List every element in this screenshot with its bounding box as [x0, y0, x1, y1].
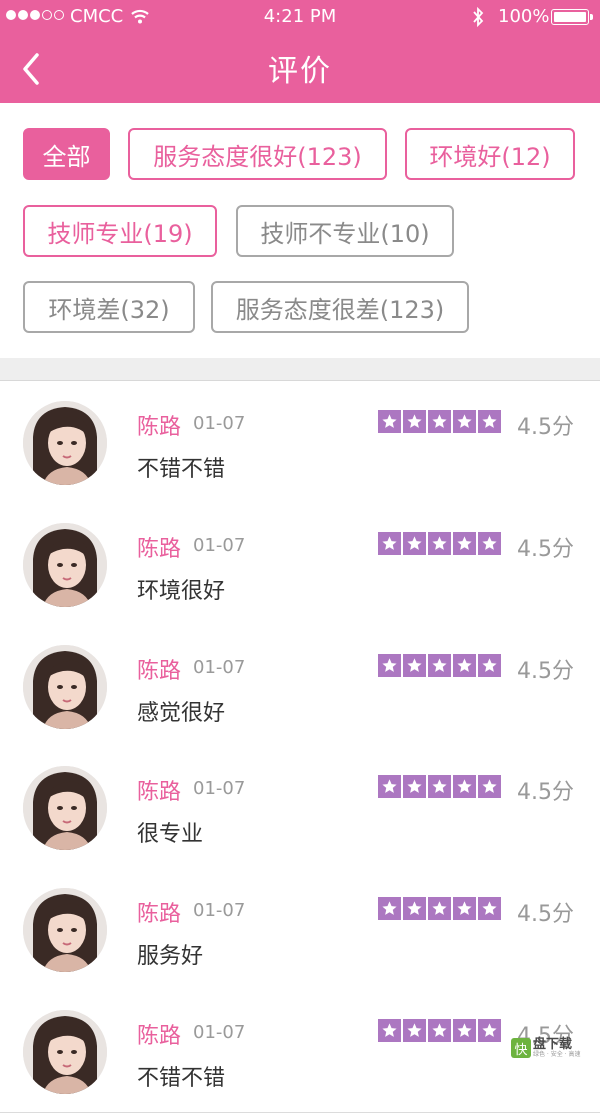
- review-date: 01-07: [193, 900, 246, 921]
- star-icon: [453, 1019, 476, 1042]
- app-header: CMCC 4:21 PM 100% 评价: [0, 0, 600, 103]
- star-icon: [453, 775, 476, 798]
- star-icon: [478, 410, 501, 433]
- star-icon: [428, 532, 451, 555]
- filter-tag-poor-environment[interactable]: 环境差(32): [23, 281, 195, 333]
- battery-cap: [590, 14, 593, 20]
- reviewer-name: 陈路: [137, 537, 182, 562]
- rating-stars: [378, 410, 501, 433]
- star-icon: [403, 410, 426, 433]
- watermark: 快 盘下载 绿色 · 安全 · 高速: [511, 1038, 580, 1058]
- star-icon: [453, 897, 476, 920]
- rating-stars: [378, 897, 501, 920]
- avatar[interactable]: [23, 523, 107, 607]
- review-content: 环境很好: [137, 579, 226, 604]
- watermark-logo: 快: [511, 1038, 531, 1058]
- review-item[interactable]: 陈路 01-07 4.5分环境很好: [0, 503, 600, 626]
- review-item[interactable]: 陈路 01-07 4.5分 不错不错: [0, 990, 600, 1113]
- filter-tag-poor-service[interactable]: 服务态度很差(123): [211, 281, 469, 333]
- star-icon: [378, 410, 401, 433]
- reviewer-name: 陈路: [137, 415, 182, 440]
- watermark-slogan: 绿色 · 安全 · 高速: [533, 1051, 581, 1058]
- star-icon: [453, 654, 476, 677]
- rating-stars: [378, 775, 501, 798]
- review-item[interactable]: 陈路 01-07 4.5分服务好: [0, 868, 600, 991]
- review-date: 01-07: [193, 657, 246, 678]
- review-content: 不错不错: [137, 1066, 226, 1091]
- review-item[interactable]: 陈路 01-07 4.5分感觉很好: [0, 625, 600, 748]
- status-bar: CMCC 4:21 PM 100%: [0, 0, 600, 34]
- star-icon: [478, 532, 501, 555]
- review-item[interactable]: 陈路 01-07 4.5分不错不错: [0, 381, 600, 504]
- review-item[interactable]: 陈路 01-07 4.5分很专业: [0, 746, 600, 869]
- star-icon: [478, 775, 501, 798]
- avatar[interactable]: [23, 645, 107, 729]
- rating-score: 4.5分: [517, 902, 574, 927]
- rating-score: 4.5分: [517, 780, 574, 805]
- star-icon: [378, 654, 401, 677]
- filter-tag-unprofessional[interactable]: 技师不专业(10): [236, 205, 454, 257]
- star-icon: [428, 410, 451, 433]
- star-icon: [478, 897, 501, 920]
- star-icon: [478, 1019, 501, 1042]
- review-date: 01-07: [193, 413, 246, 434]
- star-icon: [428, 775, 451, 798]
- battery-icon: [551, 9, 589, 25]
- bluetooth-icon: [471, 6, 485, 33]
- review-date: 01-07: [193, 535, 246, 556]
- rating-stars: [378, 654, 501, 677]
- review-content: 感觉很好: [137, 701, 226, 726]
- star-icon: [378, 775, 401, 798]
- filter-tag-professional[interactable]: 技师专业(19): [23, 205, 217, 257]
- rating-score: 4.5分: [517, 659, 574, 684]
- section-divider: [0, 358, 600, 381]
- star-icon: [403, 654, 426, 677]
- star-icon: [453, 410, 476, 433]
- review-content: 不错不错: [137, 457, 226, 482]
- star-icon: [428, 1019, 451, 1042]
- star-icon: [453, 532, 476, 555]
- rating-stars: [378, 532, 501, 555]
- review-content: 服务好: [137, 944, 204, 969]
- page-title: 评价: [268, 54, 332, 89]
- avatar[interactable]: [23, 766, 107, 850]
- avatar[interactable]: [23, 401, 107, 485]
- star-icon: [378, 532, 401, 555]
- reviewer-name: 陈路: [137, 659, 182, 684]
- rating-score: 4.5分: [517, 537, 574, 562]
- star-icon: [378, 1019, 401, 1042]
- avatar[interactable]: [23, 888, 107, 972]
- star-icon: [428, 654, 451, 677]
- star-icon: [403, 897, 426, 920]
- star-icon: [403, 1019, 426, 1042]
- star-icon: [378, 897, 401, 920]
- star-icon: [403, 775, 426, 798]
- review-date: 01-07: [193, 778, 246, 799]
- filter-tag-good-service[interactable]: 服务态度很好(123): [128, 128, 387, 180]
- filter-tag-all[interactable]: 全部: [23, 128, 110, 180]
- review-date: 01-07: [193, 1022, 246, 1043]
- reviewer-name: 陈路: [137, 902, 182, 927]
- star-icon: [428, 897, 451, 920]
- star-icon: [403, 532, 426, 555]
- star-icon: [478, 654, 501, 677]
- watermark-name: 盘下载: [533, 1037, 573, 1052]
- review-content: 很专业: [137, 822, 204, 847]
- reviewer-name: 陈路: [137, 780, 182, 805]
- battery-percent: 100%: [498, 6, 550, 27]
- rating-stars: [378, 1019, 501, 1042]
- avatar[interactable]: [23, 1010, 107, 1094]
- filter-tag-good-environment[interactable]: 环境好(12): [405, 128, 575, 180]
- rating-score: 4.5分: [517, 415, 574, 440]
- reviewer-name: 陈路: [137, 1024, 182, 1049]
